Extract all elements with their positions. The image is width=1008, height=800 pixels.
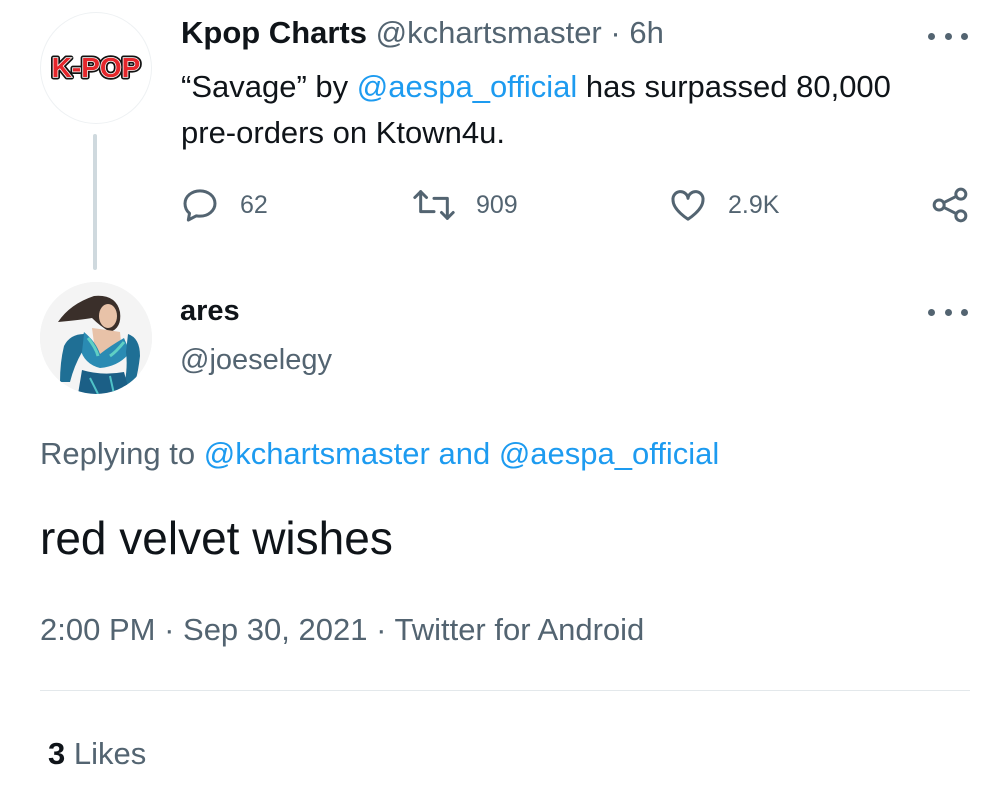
replying-to-line: Replying to @kchartsmaster and @aespa_of… — [40, 433, 719, 475]
kpop-logo: K-POP K-POP — [49, 50, 143, 86]
tweet-time[interactable]: 2:00 PM — [40, 612, 155, 647]
replying-to-kchartsmaster-link[interactable]: @kchartsmaster — [204, 436, 430, 471]
replying-and[interactable]: and — [430, 436, 499, 471]
tweet-meta-line: 2:00 PM · Sep 30, 2021 · Twitter for And… — [40, 609, 644, 651]
more-options-button[interactable] — [928, 300, 968, 324]
reply-handle[interactable]: @joeselegy — [180, 340, 332, 380]
reply-button[interactable]: 62 — [180, 185, 268, 225]
retweet-arrows-icon — [413, 190, 455, 220]
reply-display-name[interactable]: ares — [180, 292, 240, 330]
svg-text:K-POP: K-POP — [52, 52, 141, 83]
tweet-source[interactable]: Twitter for Android — [394, 612, 644, 647]
likes-label: Likes — [65, 736, 147, 771]
replying-prefix: Replying to — [40, 436, 204, 471]
retweet-count: 909 — [476, 190, 518, 219]
avatar-photo — [40, 282, 152, 394]
more-options-button[interactable] — [928, 24, 968, 48]
retweet-button[interactable]: 909 — [412, 185, 518, 225]
more-dots-icon — [928, 32, 935, 40]
heart-icon — [671, 190, 705, 221]
parent-display-name[interactable]: Kpop Charts — [181, 15, 367, 50]
thread-connector-line — [93, 134, 97, 270]
parent-handle[interactable]: @kchartsmaster — [376, 15, 602, 50]
reply-count: 62 — [240, 190, 268, 219]
parent-text-part: “Savage” by — [181, 69, 357, 104]
mention-aespa-link[interactable]: @aespa_official — [357, 69, 577, 104]
user-avatar[interactable] — [40, 282, 152, 394]
share-nodes-icon — [932, 187, 968, 223]
kpop-charts-avatar[interactable]: K-POP K-POP — [40, 12, 152, 124]
tweet-date[interactable]: Sep 30, 2021 — [183, 612, 367, 647]
divider — [40, 690, 970, 691]
like-count: 2.9K — [728, 190, 780, 219]
meta-separator: · — [367, 612, 395, 647]
parent-time-ago[interactable]: 6h — [629, 15, 663, 50]
speech-bubble-icon — [183, 189, 217, 222]
share-button[interactable] — [930, 185, 970, 225]
more-dots-icon — [928, 308, 935, 316]
like-button[interactable]: 2.9K — [668, 185, 779, 225]
replying-to-aespa-link[interactable]: @aespa_official — [499, 436, 719, 471]
parent-tweet-text: “Savage” by @aespa_official has surpasse… — [181, 64, 901, 156]
likes-count: 3 — [48, 736, 66, 771]
meta-separator: · — [155, 612, 184, 647]
reply-tweet-text: red velvet wishes — [40, 512, 393, 564]
parent-tweet-header: Kpop Charts @kchartsmaster · 6h — [181, 12, 664, 54]
header-separator: · — [610, 15, 621, 50]
likes-summary-link[interactable]: 3 Likes — [48, 733, 146, 775]
